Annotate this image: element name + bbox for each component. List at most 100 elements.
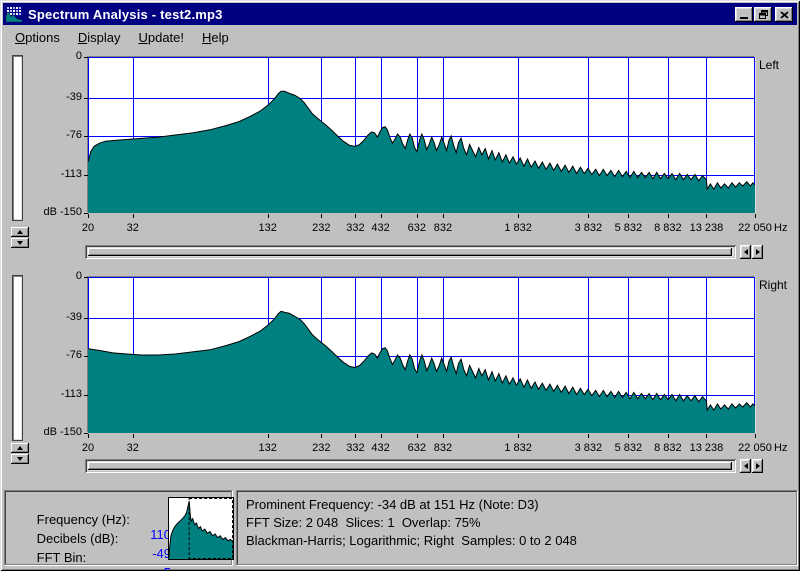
x-tick-mark: [518, 434, 519, 438]
y-tick-label: dB -150: [20, 426, 82, 438]
h-scrollbar-right[interactable]: [85, 459, 736, 473]
y-tick-label: -113: [20, 168, 82, 180]
x-tick-label: 332: [346, 442, 364, 454]
x-tick-mark: [355, 434, 356, 438]
x-tick-label: 632: [408, 442, 426, 454]
x-tick-label: 1 832: [504, 222, 532, 234]
window-titlebar[interactable]: Spectrum Analysis - test2.mp3: [3, 3, 797, 25]
y-tick-label: -76: [20, 129, 82, 141]
x-tick-mark: [628, 434, 629, 438]
x-tick-mark: [628, 214, 629, 218]
x-tick-label: 632: [408, 222, 426, 234]
scrollbar-thumb-left[interactable]: [88, 248, 732, 256]
x-axis-unit-left: Hz: [774, 222, 787, 234]
x-tick-mark: [706, 214, 707, 218]
y-tick-mark: [84, 318, 88, 319]
x-tick-label: 3 832: [575, 222, 603, 234]
y-tick-label: 0: [20, 50, 82, 62]
x-tick-mark: [443, 434, 444, 438]
x-tick-mark: [381, 214, 382, 218]
x-tick-label: 832: [434, 442, 452, 454]
x-tick-label: 432: [371, 442, 389, 454]
x-tick-mark: [443, 214, 444, 218]
minimize-icon: [740, 17, 748, 19]
x-tick-label: 1 832: [504, 442, 532, 454]
scroll-right-button-right[interactable]: [752, 459, 763, 473]
y-tick-label: -76: [20, 349, 82, 361]
scrollbar-thumb-right[interactable]: [88, 462, 732, 470]
overview-thumbnail[interactable]: [168, 497, 234, 560]
decibels-value: -49: [119, 546, 171, 561]
slider-up-button-right[interactable]: [11, 443, 29, 453]
scroll-left-button-left[interactable]: [740, 245, 751, 259]
y-tick-label: dB -150: [20, 206, 82, 218]
x-tick-mark: [706, 434, 707, 438]
x-tick-mark: [268, 434, 269, 438]
window-title: Spectrum Analysis - test2.mp3: [28, 7, 223, 22]
prominent-frequency-line: Prominent Frequency: -34 dB at 151 Hz (N…: [246, 497, 539, 512]
menu-item-display[interactable]: Display: [69, 28, 130, 46]
spectrum-plot-right[interactable]: [88, 277, 755, 433]
restore-button[interactable]: [754, 7, 772, 22]
x-tick-label: 5 832: [615, 442, 643, 454]
x-tick-mark: [133, 214, 134, 218]
y-tick-mark: [84, 57, 88, 58]
y-tick-mark: [84, 356, 88, 357]
channel-group-right: Right 20321322323324326328321 8323 8325 …: [0, 277, 800, 497]
app-window: Spectrum Analysis - test2.mp3 Options: [0, 0, 800, 571]
y-tick-mark: [84, 136, 88, 137]
x-tick-mark: [518, 214, 519, 218]
window-settings-line: Blackman-Harris; Logarithmic; Right Samp…: [246, 533, 577, 548]
menubar: Options Display Update! Help: [6, 28, 238, 46]
x-tick-label: 8 832: [654, 442, 682, 454]
x-tick-mark: [381, 434, 382, 438]
fft-bin-value: 5: [119, 565, 171, 571]
menu-item-help[interactable]: Help: [193, 28, 238, 46]
menu-item-update[interactable]: Update!: [129, 28, 193, 46]
x-tick-label: 32: [127, 222, 139, 234]
frequency-row: Frequency (Hz): 110: [15, 497, 130, 515]
right-arrow-icon: [756, 249, 760, 255]
y-tick-mark: [84, 175, 88, 176]
y-tick-label: -39: [20, 91, 82, 103]
slider-up-button-left[interactable]: [11, 227, 29, 237]
x-tick-label: 3 832: [575, 442, 603, 454]
x-tick-label: 5 832: [615, 222, 643, 234]
fft-size-line: FFT Size: 2 048 Slices: 1 Overlap: 75%: [246, 515, 481, 530]
channel-label-right: Right: [759, 278, 787, 292]
slider-down-button-left[interactable]: [11, 238, 29, 248]
up-arrow-icon: [17, 446, 23, 450]
restore-icon: [759, 10, 768, 19]
x-tick-mark: [417, 214, 418, 218]
decibels-row: Decibels (dB): -49: [15, 516, 118, 534]
channel-group-left: Left 20321322323324326328321 8323 8325 8…: [0, 57, 800, 277]
x-axis-unit-right: Hz: [774, 442, 787, 454]
h-scrollbar-left[interactable]: [85, 245, 736, 259]
x-tick-label: 20: [82, 222, 94, 234]
app-icon: [6, 6, 22, 22]
x-tick-mark: [588, 434, 589, 438]
spectrum-plot-left[interactable]: [88, 57, 755, 213]
y-tick-label: -113: [20, 388, 82, 400]
menu-item-options[interactable]: Options: [6, 28, 69, 46]
y-tick-mark: [84, 213, 88, 214]
x-tick-mark: [268, 214, 269, 218]
down-arrow-icon: [17, 457, 23, 461]
analysis-detail-panel: Prominent Frequency: -34 dB at 151 Hz (N…: [236, 490, 797, 565]
x-tick-mark: [755, 214, 756, 218]
x-tick-label: 13 238: [690, 222, 724, 234]
scroll-left-button-right[interactable]: [740, 459, 751, 473]
slider-down-button-right[interactable]: [11, 454, 29, 464]
scroll-right-button-left[interactable]: [752, 245, 763, 259]
frequency-value: 110: [119, 527, 171, 542]
minimize-button[interactable]: [735, 7, 753, 22]
close-button[interactable]: [775, 7, 793, 22]
x-tick-mark: [133, 434, 134, 438]
y-tick-label: 0: [20, 270, 82, 282]
fft-bin-row: FFT Bin: 5: [15, 535, 86, 553]
x-tick-label: 22 050: [738, 222, 772, 234]
cursor-info-panel: Frequency (Hz): 110 Decibels (dB): -49 F…: [4, 490, 232, 565]
x-tick-mark: [321, 214, 322, 218]
y-tick-mark: [84, 277, 88, 278]
x-tick-label: 832: [434, 222, 452, 234]
